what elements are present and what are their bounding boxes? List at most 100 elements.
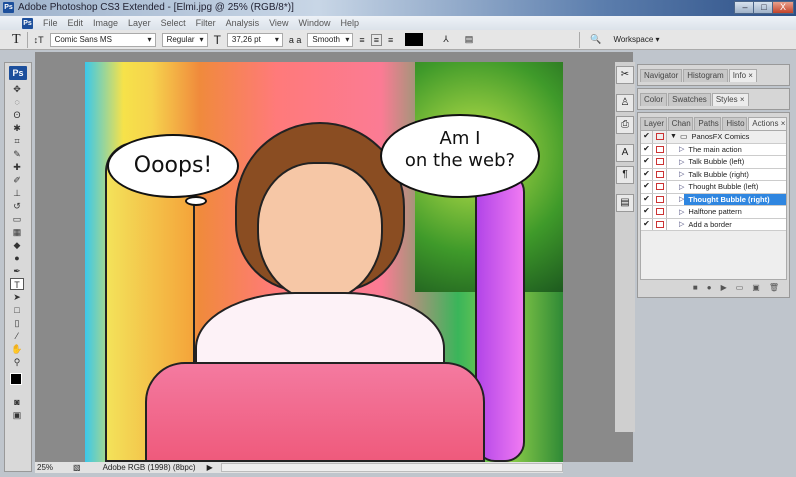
gradient-tool-icon[interactable]: ▦ [10,226,24,238]
menu-help[interactable]: Help [340,18,359,28]
horizontal-scrollbar[interactable] [220,463,563,472]
brushes-icon[interactable]: ♙ [616,94,634,112]
blur-tool-icon[interactable]: ◆ [10,239,24,251]
type-tool-preset[interactable]: T [12,32,21,48]
dialog-toggle-icon[interactable] [653,206,667,218]
dialog-toggle-icon[interactable] [653,193,667,205]
tab-color[interactable]: Color [640,93,668,106]
new-set-icon[interactable]: ▭ [736,283,744,292]
play-icon[interactable]: ▶ [721,283,727,292]
tab-chan[interactable]: Chan [667,117,694,130]
marquee-tool-icon[interactable]: ◌ [10,96,24,108]
lasso-tool-icon[interactable]: ʘ [10,109,24,121]
tab-swatches[interactable]: Swatches [668,93,711,106]
tool-presets-icon[interactable]: ✂ [616,66,634,84]
expand-arrow-icon[interactable]: ▷ [667,170,684,178]
menu-analysis[interactable]: Analysis [226,18,260,28]
action-row[interactable]: ✔ ▷ The main action [641,143,786,156]
menu-view[interactable]: View [269,18,288,28]
dialog-toggle-icon[interactable] [653,143,667,155]
expand-arrow-icon[interactable]: ▷ [667,208,684,216]
paragraph-icon[interactable]: ¶ [616,166,634,184]
healing-tool-icon[interactable]: ✚ [10,161,24,173]
magic-wand-tool-icon[interactable]: ✱ [10,122,24,134]
expand-arrow-icon[interactable]: ▷ [667,145,684,153]
action-set-row[interactable]: ✔ ▼ ▭ PanosFX Comics [641,131,786,144]
screen-mode-icon[interactable]: ▣ [10,409,24,421]
path-select-icon[interactable]: ➤ [10,291,24,303]
tab-histogram[interactable]: Histogram [683,69,728,82]
workspace-menu[interactable]: Workspace ▾ [613,35,659,44]
layer-comps-icon[interactable]: ▤ [616,194,634,212]
status-menu-arrow[interactable]: ▶ [207,463,213,472]
image-canvas[interactable]: Ooops! Am I on the web? [85,62,563,462]
bridge-icon[interactable]: 🔍 [590,34,601,45]
notes-tool-icon[interactable]: ▯ [10,317,24,329]
dialog-toggle-icon[interactable] [653,156,667,168]
antialias-select[interactable]: Smooth [307,32,354,47]
tab-layer[interactable]: Layer [640,117,667,130]
menu-file[interactable]: File [43,18,58,28]
text-color-swatch[interactable] [405,33,424,46]
crop-tool-icon[interactable]: ⌗ [10,135,24,147]
expand-arrow-icon[interactable]: ▷ [667,158,684,166]
menu-filter[interactable]: Filter [196,18,216,28]
align-right-icon[interactable]: ≡ [388,35,393,45]
action-row[interactable]: ✔ ▷ Talk Bubble (left) [641,156,786,169]
expand-arrow-icon[interactable]: ▷ [667,220,684,228]
checkmark-icon[interactable]: ✔ [641,143,653,155]
foreground-color[interactable] [10,373,22,385]
tab-paths[interactable]: Paths [694,117,722,130]
orientation-icon[interactable]: ↕T [34,35,44,45]
dodge-tool-icon[interactable]: ● [10,252,24,264]
checkmark-icon[interactable]: ✔ [641,181,653,193]
move-tool-icon[interactable]: ✥ [10,83,24,95]
checkmark-icon[interactable]: ✔ [641,131,653,143]
stop-icon[interactable]: ■ [693,283,698,292]
zoom-level[interactable]: 25% [37,463,65,472]
history-brush-icon[interactable]: ↺ [10,200,24,212]
hand-tool-icon[interactable]: ✋ [10,343,24,355]
eraser-tool-icon[interactable]: ▭ [10,213,24,225]
expand-arrow-icon[interactable]: ▷ [667,183,684,191]
tab-info[interactable]: Info × [728,69,757,82]
slice-tool-icon[interactable]: ✎ [10,148,24,160]
warp-text-icon[interactable]: ⅄ [443,34,449,45]
checkmark-icon[interactable]: ✔ [641,193,653,205]
trash-icon[interactable]: 🗑 [769,283,779,292]
tab-histo[interactable]: Histo [722,117,748,130]
eyedropper-tool-icon[interactable]: ⁄ [10,330,24,342]
action-row[interactable]: ✔ ▷ Thought Bubble (right) [641,193,786,206]
tab-actions[interactable]: Actions × [748,117,787,130]
character-icon[interactable]: A [616,144,634,162]
shape-tool-icon[interactable]: □ [10,304,24,316]
font-size-select[interactable]: 37,26 pt [226,32,283,47]
dialog-toggle-icon[interactable] [653,131,667,143]
clone-source-icon[interactable]: ⎙ [616,116,634,134]
dialog-toggle-icon[interactable] [653,218,667,230]
new-action-icon[interactable]: ▣ [752,283,760,292]
type-tool-icon[interactable]: T [10,278,24,290]
status-icon[interactable]: ▧ [73,463,81,472]
align-left-icon[interactable]: ≡ [359,35,364,45]
action-row[interactable]: ✔ ▷ Talk Bubble (right) [641,168,786,181]
align-center-icon[interactable]: ≡ [370,33,382,46]
pen-tool-icon[interactable]: ✒ [10,265,24,277]
action-row[interactable]: ✔ ▷ Add a border [641,218,786,231]
action-row[interactable]: ✔ ▷ Halftone pattern [641,206,786,219]
checkmark-icon[interactable]: ✔ [641,206,653,218]
zoom-tool-icon[interactable]: ⚲ [10,356,24,368]
action-row[interactable]: ✔ ▷ Thought Bubble (left) [641,181,786,194]
checkmark-icon[interactable]: ✔ [641,168,653,180]
collapse-arrow-icon[interactable]: ▼ [667,133,677,140]
menu-image[interactable]: Image [93,18,118,28]
font-family-select[interactable]: Comic Sans MS [49,32,156,47]
brush-tool-icon[interactable]: ✐ [10,174,24,186]
record-icon[interactable]: ● [707,283,712,292]
checkmark-icon[interactable]: ✔ [641,156,653,168]
menu-select[interactable]: Select [161,18,186,28]
font-style-select[interactable]: Regular [161,32,208,47]
character-panel-icon[interactable]: ▤ [465,34,474,45]
dialog-toggle-icon[interactable] [653,181,667,193]
checkmark-icon[interactable]: ✔ [641,218,653,230]
